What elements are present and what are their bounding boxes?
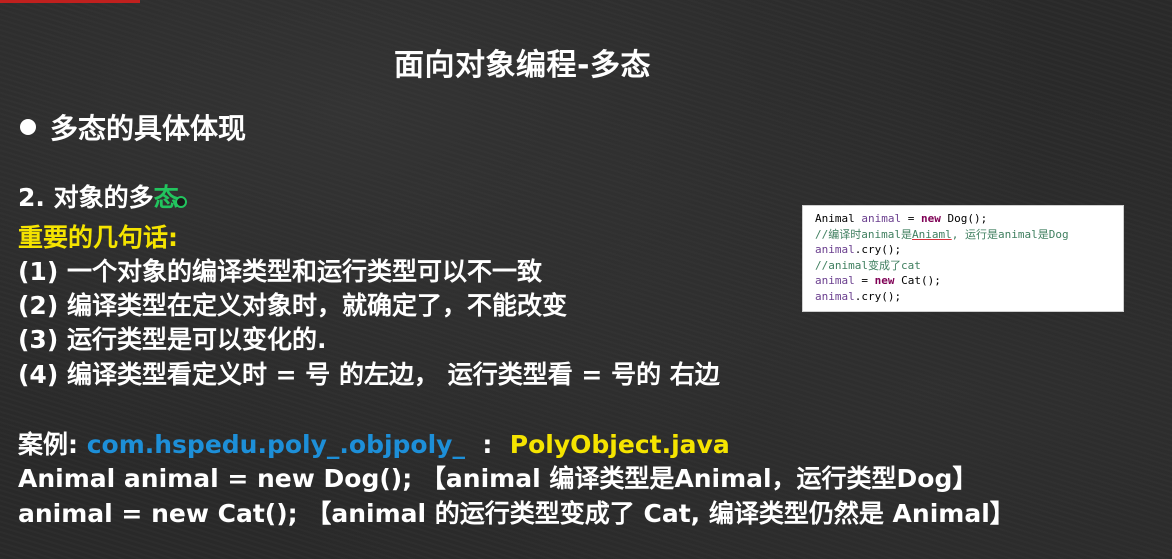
point-1: (1) 一个对象的编译类型和运行类型可以不一致 <box>18 257 542 286</box>
bullet-heading: 多态的具体体现 <box>20 107 246 147</box>
code-keyword: new <box>874 274 895 287</box>
point-4: (4) 编译类型看定义时 = 号 的左边， 运行类型看 = 号的 右边 <box>18 360 720 389</box>
code-operator: = <box>901 212 921 225</box>
example-file: PolyObject.java <box>509 430 730 459</box>
point-2: (2) 编译类型在定义对象时，就确定了，不能改变 <box>18 291 567 320</box>
example-row: 案例: com.hspedu.poly_.objpoly_ : PolyObje… <box>18 425 730 461</box>
code-line-5: animal = new Cat(); <box>815 273 1123 289</box>
code-type: Animal <box>815 212 862 225</box>
top-accent-bar <box>0 0 140 3</box>
point-3: (3) 运行类型是可以变化的. <box>18 325 327 354</box>
code-line-2: //编译时animal是Aniaml, 运行是animal是Dog <box>815 227 1123 243</box>
example-package: com.hspedu.poly_.objpoly_ <box>86 430 465 459</box>
code-line-4: //animal变成了cat <box>815 258 921 272</box>
section-heading-text: 2. 对象的多 <box>18 183 154 212</box>
code-keyword: new <box>920 212 941 225</box>
slide-title: 面向对象编程-多态 <box>394 48 651 83</box>
code-line-3: animal.cry(); <box>815 242 1123 258</box>
code-variable: animal <box>815 289 855 303</box>
code-variable: animal <box>815 243 855 256</box>
cursor-pointer-icon <box>174 196 187 208</box>
code-expression: .cry(); <box>854 243 902 256</box>
code-variable: animal <box>815 274 855 287</box>
code-expression: .cry(); <box>854 289 902 303</box>
code-comment: //编译时animal是 <box>815 227 912 241</box>
code-expression: Cat(); <box>894 274 941 287</box>
section-heading: 2. 对象的多态 <box>18 178 187 214</box>
code-comment-typo: Aniaml <box>911 227 952 241</box>
important-heading: 重要的几句话: <box>18 223 178 252</box>
code-comment-rest: , 运行是animal是Dog <box>951 227 1069 241</box>
bullet-heading-text: 多态的具体体现 <box>50 112 247 145</box>
code-operator: = <box>854 274 875 287</box>
example-line-1: Animal animal = new Dog(); 【animal 编译类型是… <box>18 464 978 493</box>
code-variable: animal <box>861 212 902 225</box>
bullet-dot-icon <box>20 119 36 135</box>
code-expression: Dog(); <box>940 212 988 225</box>
code-line-1: Animal animal = new Dog(); <box>815 211 1123 227</box>
code-line-6: animal.cry(); <box>815 289 1123 305</box>
example-line-2: animal = new Cat(); 【animal 的运行类型变成了 Cat… <box>18 499 1015 528</box>
code-snippet: Animal animal = new Dog(); //编译时animal是A… <box>802 205 1124 312</box>
section-heading-highlight: 态 <box>153 183 179 212</box>
example-label: 案例: <box>18 430 87 459</box>
example-separator: : <box>464 430 510 459</box>
